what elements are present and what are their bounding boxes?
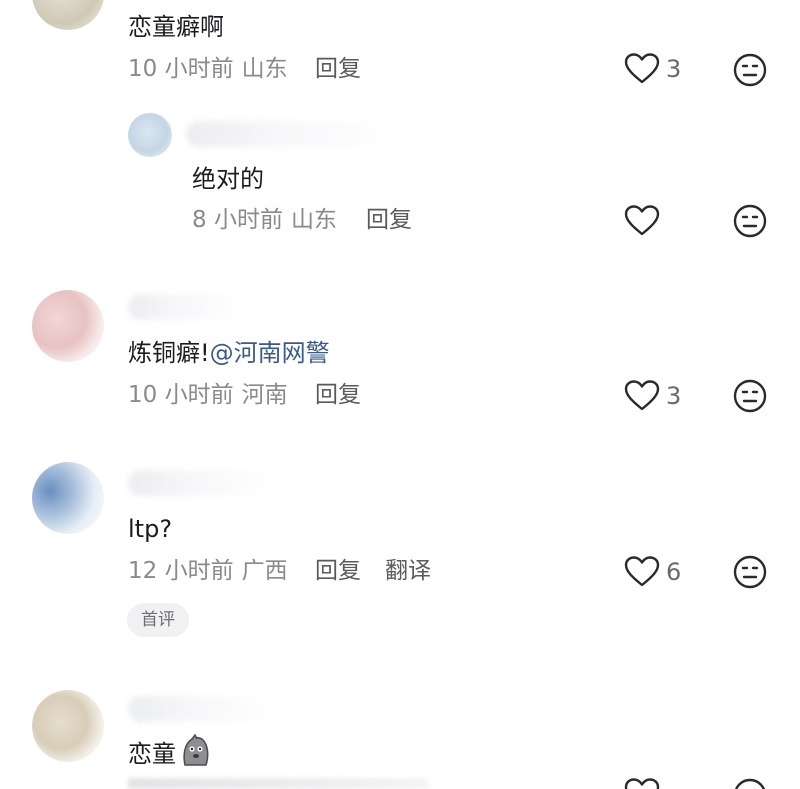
partial-meta-row <box>128 778 428 789</box>
first-comment-badge: 首评 <box>127 603 189 637</box>
heart-outline-icon <box>624 205 660 237</box>
comment-text: 恋童癖啊 <box>128 13 224 41</box>
username-blurred <box>186 121 386 147</box>
comment-time: 12 小时前 <box>128 558 234 584</box>
heart-outline-icon <box>624 380 660 412</box>
comment-text-body: 炼铜癖! <box>128 339 210 367</box>
neutral-face-icon <box>733 53 767 87</box>
like-count: 6 <box>666 558 682 586</box>
comment-meta: 12 小时前 广西 <box>128 556 288 586</box>
like-button[interactable]: 6 <box>624 556 681 588</box>
comment-location: 山东 <box>290 207 337 233</box>
username-blurred <box>128 294 238 320</box>
comment-meta: 10 小时前 河南 <box>128 380 288 410</box>
mention-link[interactable]: @河南网警 <box>210 339 330 367</box>
comment-text: ltp? <box>128 515 173 543</box>
neutral-face-icon <box>733 379 767 413</box>
reply-button[interactable]: 回复 <box>315 380 361 410</box>
username-blurred <box>128 470 268 496</box>
comment-text: 炼铜癖!@河南网警 <box>128 336 330 370</box>
avatar[interactable] <box>32 690 104 762</box>
dislike-button[interactable] <box>733 204 767 238</box>
translate-button[interactable]: 翻译 <box>385 556 431 586</box>
comment-text-body: 恋童 <box>128 740 176 768</box>
username-blurred <box>128 696 268 722</box>
avatar[interactable] <box>32 290 104 362</box>
like-button[interactable]: 3 <box>624 380 681 412</box>
dislike-button[interactable] <box>733 53 767 87</box>
heart-outline-icon[interactable] <box>624 778 660 789</box>
comment-time: 10 小时前 <box>128 382 234 408</box>
like-count: 3 <box>666 382 682 410</box>
dislike-button[interactable] <box>733 555 767 589</box>
comment-location: 广西 <box>241 558 288 584</box>
neutral-face-icon[interactable] <box>733 778 767 789</box>
avatar[interactable] <box>32 462 104 534</box>
neutral-face-icon <box>733 204 767 238</box>
heart-outline-icon <box>624 556 660 588</box>
comment-text: 恋童 <box>128 733 212 777</box>
comment-location: 河南 <box>241 382 288 408</box>
comment-time: 8 小时前 <box>192 207 283 233</box>
like-button[interactable]: 3 <box>624 53 681 85</box>
comment-time: 10 小时前 <box>128 56 234 82</box>
comment-text: 绝对的 <box>192 165 264 193</box>
like-count: 3 <box>666 55 682 83</box>
dislike-button[interactable] <box>733 379 767 413</box>
heart-outline-icon <box>624 53 660 85</box>
comment-meta: 10 小时前 山东 <box>128 54 288 84</box>
comment-location: 山东 <box>241 56 288 82</box>
ghost-emoji-icon <box>178 733 212 777</box>
avatar[interactable] <box>32 0 104 30</box>
like-button[interactable] <box>624 205 660 237</box>
reply-button[interactable]: 回复 <box>315 54 361 84</box>
reply-button[interactable]: 回复 <box>366 205 412 235</box>
avatar[interactable] <box>128 113 172 157</box>
comment-meta: 8 小时前 山东 <box>192 205 337 235</box>
reply-button[interactable]: 回复 <box>315 556 361 586</box>
neutral-face-icon <box>733 555 767 589</box>
